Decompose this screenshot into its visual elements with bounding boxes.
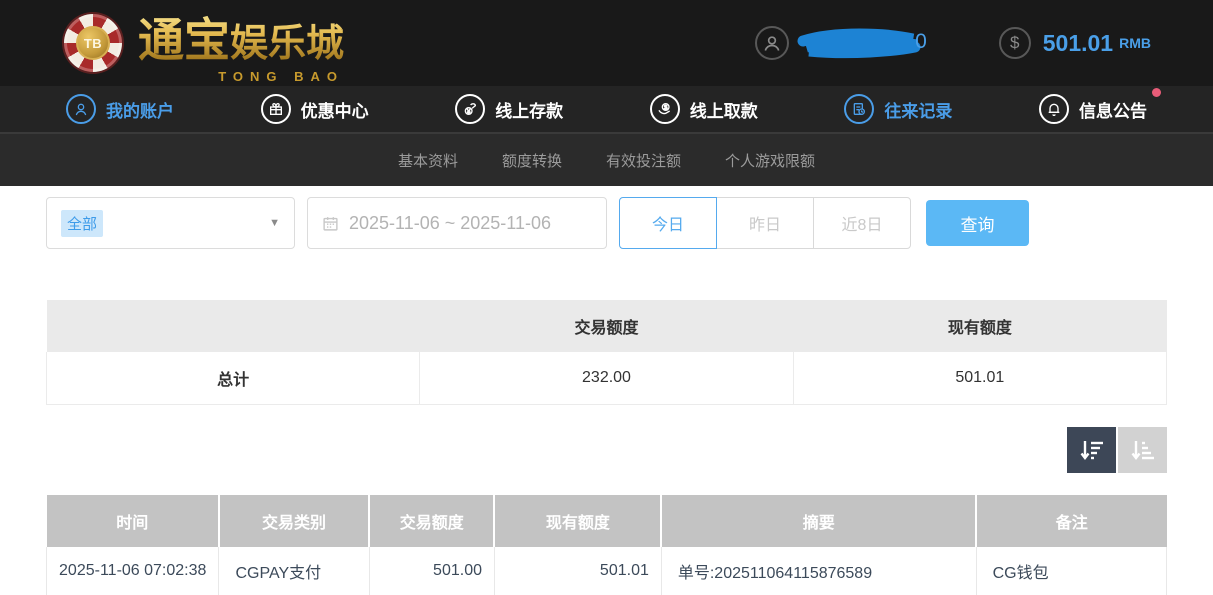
nav-label: 我的账户: [106, 97, 174, 122]
subnav-item-valid-bets[interactable]: 有效投注额: [606, 150, 681, 171]
summary-total-current-amount: 501.01: [793, 352, 1166, 404]
header-right: 0 $ 501.01 RMB: [755, 0, 1151, 86]
last-8-days-button[interactable]: 近8日: [813, 197, 911, 249]
quick-range-button-group: 今日 昨日 近8日: [619, 197, 911, 249]
tx-type: CGPAY支付: [219, 547, 369, 595]
gift-icon: [261, 94, 291, 124]
summary-header-current-amount: 现有额度: [793, 300, 1166, 352]
subnav-item-personal-limits[interactable]: 个人游戏限额: [725, 150, 815, 171]
main-nav: 我的账户 优惠中心 ¥ 线上存款 $ 线上取款: [0, 86, 1213, 134]
tx-header-amount: 交易额度: [369, 495, 494, 547]
logo-title-main: 通宝: [138, 15, 230, 66]
nav-item-announcements[interactable]: 信息公告: [1039, 94, 1147, 124]
nav-label: 优惠中心: [301, 97, 369, 122]
nav-label: 线上取款: [690, 97, 758, 122]
svg-text:¥: ¥: [467, 109, 471, 116]
selected-type: 全部: [61, 210, 103, 237]
chevron-down-icon: ▼: [269, 217, 280, 229]
table-row: 2025-11-06 07:02:38 CGPAY支付 501.00 501.0…: [47, 547, 1167, 595]
summary-header-row: 交易额度 现有额度: [47, 300, 1167, 352]
nav-item-withdraw[interactable]: $ 线上取款: [650, 94, 758, 124]
tx-time: 2025-11-06 07:02:38: [47, 547, 219, 595]
sort-ascending-button[interactable]: [1118, 427, 1167, 473]
yesterday-button[interactable]: 昨日: [716, 197, 814, 249]
notification-dot: [1152, 88, 1161, 97]
site-logo[interactable]: TB 通宝娱乐城 TONG BAO: [64, 4, 344, 82]
account-icon: [66, 94, 96, 124]
tx-header-time: 时间: [47, 495, 219, 547]
today-button[interactable]: 今日: [619, 197, 717, 249]
logo-title: 通宝娱乐城: [138, 4, 344, 70]
subnav-item-basic-info[interactable]: 基本资料: [398, 150, 458, 171]
nav-item-promotions[interactable]: 优惠中心: [261, 94, 369, 124]
deposit-hand-coin-icon: ¥: [455, 94, 485, 124]
calendar-icon: [322, 215, 339, 232]
withdraw-hand-coin-icon: $: [650, 94, 680, 124]
summary-table: 交易额度 现有额度 总计 232.00 501.01: [46, 300, 1167, 405]
top-header: TB 通宝娱乐城 TONG BAO 0 $ 501.01 RMB: [0, 0, 1213, 86]
tx-amount: 501.00: [369, 547, 494, 595]
balance[interactable]: $ 501.01 RMB: [999, 27, 1151, 59]
nav-label: 线上存款: [495, 97, 563, 122]
nav-item-my-account[interactable]: 我的账户: [66, 94, 174, 124]
search-button[interactable]: 查询: [926, 200, 1029, 246]
sort-controls: [46, 427, 1167, 473]
sort-descending-button[interactable]: [1067, 427, 1116, 473]
user-icon: [755, 26, 789, 60]
logo-title-rest: 娱乐城: [230, 23, 344, 65]
tx-summary: 单号:202511064115876589: [661, 547, 976, 595]
summary-header-transaction-amount: 交易额度: [420, 300, 793, 352]
bell-icon: [1039, 94, 1069, 124]
nav-item-deposit[interactable]: ¥ 线上存款: [455, 94, 563, 124]
username-redacted-scribble: 0: [795, 23, 927, 63]
balance-currency: RMB: [1119, 35, 1151, 51]
transactions-table: 时间 交易类别 交易额度 现有额度 摘要 备注 2025-11-06 07:02…: [46, 495, 1167, 595]
dollar-icon: $: [999, 27, 1031, 59]
tx-remark: CG钱包: [976, 547, 1166, 595]
sub-nav: 基本资料 额度转换 有效投注额 个人游戏限额: [0, 134, 1213, 186]
logo-text: 通宝娱乐城 TONG BAO: [138, 4, 344, 82]
tx-header-summary: 摘要: [661, 495, 976, 547]
svg-text:$: $: [664, 105, 668, 112]
username-visible-char: 0: [915, 30, 927, 54]
chip-monogram: TB: [76, 26, 110, 60]
summary-total-transaction-amount: 232.00: [420, 352, 793, 404]
nav-label: 往来记录: [884, 97, 952, 122]
summary-header-empty: [47, 300, 420, 352]
summary-total-row: 总计 232.00 501.01: [47, 352, 1167, 404]
content-area: 全部 ▼ 2025-11-06 ~ 2025-11-06 今日 昨日 近8日 查…: [0, 186, 1213, 595]
tx-balance: 501.01: [494, 547, 661, 595]
date-range-picker[interactable]: 2025-11-06 ~ 2025-11-06: [307, 197, 607, 249]
casino-chip-icon: TB: [64, 14, 122, 72]
nav-item-records[interactable]: 往来记录: [844, 94, 952, 124]
subnav-item-credit-transfer[interactable]: 额度转换: [502, 150, 562, 171]
date-range-value: 2025-11-06 ~ 2025-11-06: [349, 213, 551, 234]
filter-row: 全部 ▼ 2025-11-06 ~ 2025-11-06 今日 昨日 近8日 查…: [46, 197, 1167, 249]
tx-header-type: 交易类别: [219, 495, 369, 547]
transactions-header-row: 时间 交易类别 交易额度 现有额度 摘要 备注: [47, 495, 1167, 547]
balance-amount: 501.01: [1043, 30, 1113, 57]
tx-header-remark: 备注: [976, 495, 1166, 547]
nav-label: 信息公告: [1079, 97, 1147, 122]
summary-total-label: 总计: [47, 352, 420, 404]
user-account[interactable]: 0: [755, 23, 927, 63]
logo-subtitle: TONG BAO: [218, 69, 344, 84]
records-clipboard-icon: [844, 94, 874, 124]
transaction-type-select[interactable]: 全部 ▼: [46, 197, 295, 249]
tx-header-balance: 现有额度: [494, 495, 661, 547]
